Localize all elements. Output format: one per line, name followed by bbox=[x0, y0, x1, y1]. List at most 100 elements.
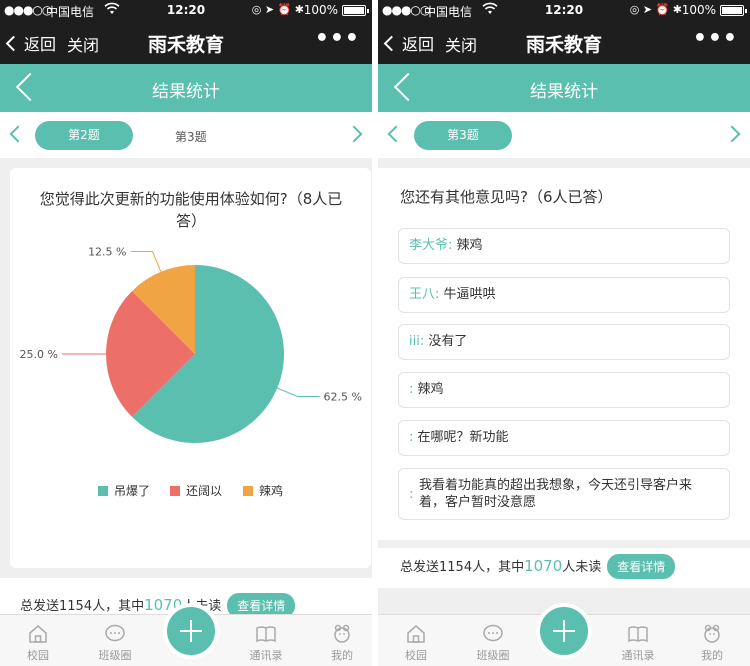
prev-question-icon[interactable] bbox=[387, 125, 405, 143]
chart-card: 您觉得此次更新的功能使用体验如何?（8人已 答） 62.5 % 25.0 % 12.… bbox=[10, 168, 371, 568]
status-bar: ●●●○○ 中国电信 12:20 ◎ ➤ ⏰ ✱ 100% bbox=[0, 0, 372, 20]
answer-author: 王八: bbox=[409, 287, 440, 302]
question-title-line2: 答） bbox=[175, 212, 206, 230]
answer-author: iii: bbox=[409, 334, 425, 349]
answer-author: 李大爷: bbox=[409, 238, 453, 253]
tab-school[interactable]: 校园 bbox=[8, 623, 68, 663]
legend-swatch-1 bbox=[98, 486, 108, 496]
tab-question-3[interactable]: 第3题 bbox=[414, 121, 512, 150]
question-title: 您觉得此次更新的功能使用体验如何?（8人已 答） bbox=[26, 188, 356, 232]
school-icon bbox=[407, 625, 425, 643]
answer-author: : bbox=[409, 487, 414, 502]
prev-question-icon[interactable] bbox=[9, 125, 27, 143]
tab-profile-label: 我的 bbox=[701, 649, 723, 662]
tab-school-label: 校园 bbox=[405, 649, 427, 662]
tab-contacts[interactable]: 通讯录 bbox=[236, 623, 296, 663]
profile-icon bbox=[334, 624, 350, 643]
chat-bubble-icon bbox=[483, 624, 503, 642]
answer-author: : bbox=[409, 430, 414, 445]
tab-contacts-label: 通讯录 bbox=[621, 649, 655, 662]
view-details-button[interactable]: 查看详情 bbox=[607, 554, 676, 579]
answer-item: iii: 没有了 bbox=[398, 324, 730, 360]
tab-profile[interactable]: 我的 bbox=[312, 623, 372, 663]
wechat-nav-bar: 返回 关闭 雨禾教育 ••• bbox=[0, 20, 372, 64]
pie-value-label-2: 25.0 % bbox=[20, 348, 58, 361]
legend-swatch-3 bbox=[243, 486, 253, 496]
question-title-line1: 您觉得此次更新的功能使用体验如何?（8人已 bbox=[39, 190, 343, 208]
profile-icon bbox=[704, 624, 720, 643]
tab-contacts-label: 通讯录 bbox=[249, 649, 283, 662]
tab-school-label: 校园 bbox=[27, 649, 49, 662]
stats-prefix: 总发送1154人，其中 bbox=[20, 599, 145, 614]
more-menu-button[interactable]: ••• bbox=[693, 26, 738, 51]
tab-contacts[interactable]: 通讯录 bbox=[608, 623, 668, 663]
right-screen: ●●●○○ 中国电信 12:20 ◎ ➤ ⏰ ✱ 100% 返回 关闭 雨禾教育… bbox=[378, 0, 750, 666]
tab-question-3[interactable]: 第3题 bbox=[175, 128, 207, 145]
add-button[interactable] bbox=[536, 603, 592, 659]
system-status-icons: ◎ ➤ ⏰ ✱ bbox=[629, 3, 682, 16]
book-icon bbox=[256, 626, 276, 643]
page-title: 结果统计 bbox=[530, 82, 598, 102]
answers-card: 您还有其他意见吗?（6人已答） 李大爷: 辣鸡 王八: 牛逼哄哄 iii: 没有… bbox=[378, 168, 750, 540]
answer-text-line2: 着，客户暂时没意愿 bbox=[419, 495, 537, 510]
next-question-icon[interactable] bbox=[723, 125, 741, 143]
answer-text: 我看着功能真的超出我想象，今天还引导客户来 着，客户暂时没意愿 bbox=[419, 477, 719, 511]
battery-percent: 100% bbox=[681, 3, 716, 17]
answer-text: 牛逼哄哄 bbox=[443, 287, 496, 302]
stats-suffix: 人未读 bbox=[562, 560, 602, 575]
pie-value-label-1: 62.5 % bbox=[324, 390, 362, 403]
pie-chart: 62.5 % 25.0 % 12.5 % bbox=[20, 245, 362, 443]
battery-icon bbox=[720, 5, 747, 16]
tab-profile[interactable]: 我的 bbox=[682, 623, 742, 663]
answer-text: 辣鸡 bbox=[417, 382, 444, 397]
pie-value-label-3: 12.5 % bbox=[88, 245, 126, 258]
battery-percent: 100% bbox=[303, 3, 338, 17]
stats-prefix: 总发送1154人，其中 bbox=[400, 560, 525, 575]
legend-swatch-2 bbox=[170, 486, 180, 496]
answer-text: 在哪呢？新功能 bbox=[417, 430, 509, 445]
page-header: 结果统计 bbox=[0, 64, 372, 112]
answer-text: 没有了 bbox=[428, 334, 468, 349]
question-nav: 第2题 第3题 bbox=[0, 112, 372, 158]
tab-class-circle-label: 班级圈 bbox=[98, 649, 132, 662]
tab-bar: 校园 班级圈 通讯录 我的 bbox=[0, 603, 372, 666]
page-header: 结果统计 bbox=[378, 64, 750, 112]
chart-legend: 吊爆了 还阔以 辣鸡 bbox=[10, 482, 371, 502]
question-nav: 第3题 bbox=[378, 112, 750, 158]
legend-label-3: 辣鸡 bbox=[259, 484, 284, 498]
next-question-icon[interactable] bbox=[345, 125, 363, 143]
school-icon bbox=[29, 625, 47, 643]
question-title: 您还有其他意见吗?（6人已答） bbox=[400, 188, 613, 206]
answer-item: 王八: 牛逼哄哄 bbox=[398, 277, 730, 313]
legend-item-1: 吊爆了 bbox=[98, 482, 150, 499]
answer-item: : 在哪呢？新功能 bbox=[398, 420, 730, 456]
battery-icon bbox=[342, 5, 369, 16]
pie-leader-line-1 bbox=[277, 387, 320, 397]
answer-text: 辣鸡 bbox=[456, 238, 483, 253]
left-screen: ●●●○○ 中国电信 12:20 ◎ ➤ ⏰ ✱ 100% 返回 关闭 雨禾教育… bbox=[0, 0, 372, 666]
tab-profile-label: 我的 bbox=[331, 649, 353, 662]
pie-leader-line-3 bbox=[130, 250, 162, 272]
unread-count: 1070 bbox=[524, 557, 563, 575]
answer-item: 李大爷: 辣鸡 bbox=[398, 228, 730, 264]
legend-item-2: 还阔以 bbox=[170, 482, 222, 499]
answer-item: : 辣鸡 bbox=[398, 372, 730, 408]
tab-bar: 校园 班级圈 通讯录 我的 bbox=[378, 603, 750, 666]
book-icon bbox=[628, 626, 648, 643]
tab-school[interactable]: 校园 bbox=[386, 623, 446, 663]
legend-item-3: 辣鸡 bbox=[243, 482, 283, 499]
tab-question-2[interactable]: 第2题 bbox=[35, 121, 133, 150]
answer-text-line1: 我看着功能真的超出我想象，今天还引导客户来 bbox=[419, 478, 693, 493]
legend-label-2: 还阔以 bbox=[186, 484, 223, 498]
legend-label-1: 吊爆了 bbox=[114, 484, 151, 498]
tab-class-circle[interactable]: 班级圈 bbox=[85, 623, 145, 663]
answer-item: : 我看着功能真的超出我想象，今天还引导客户来 着，客户暂时没意愿 bbox=[398, 468, 730, 520]
system-status-icons: ◎ ➤ ⏰ ✱ bbox=[251, 3, 304, 16]
tab-class-circle[interactable]: 班级圈 bbox=[463, 623, 523, 663]
more-menu-button[interactable]: ••• bbox=[315, 26, 360, 51]
wechat-nav-bar: 返回 关闭 雨禾教育 ••• bbox=[378, 20, 750, 64]
tab-class-circle-label: 班级圈 bbox=[476, 649, 510, 662]
page-title: 结果统计 bbox=[152, 82, 220, 102]
status-bar: ●●●○○ 中国电信 12:20 ◎ ➤ ⏰ ✱ 100% bbox=[378, 0, 750, 20]
add-button[interactable] bbox=[163, 603, 219, 659]
